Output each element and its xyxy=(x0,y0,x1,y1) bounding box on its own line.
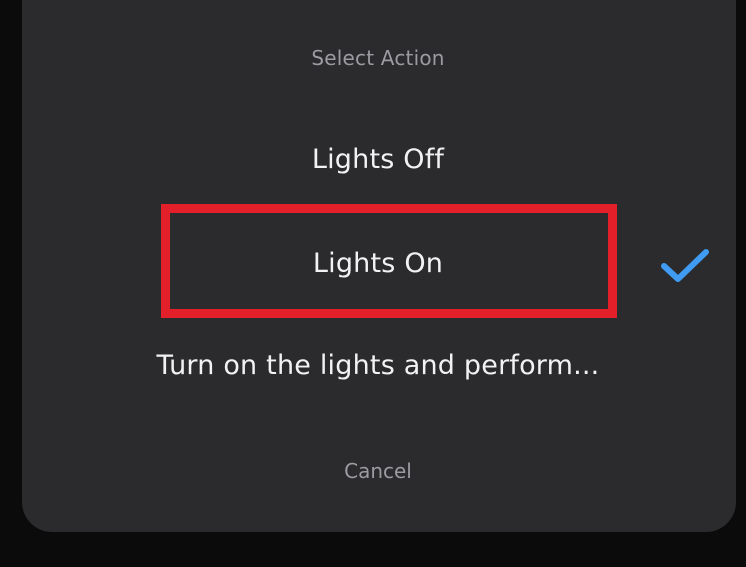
cancel-button[interactable]: Cancel xyxy=(0,459,746,483)
action-sheet-screen: Select Action Lights Off Lights On Turn … xyxy=(0,0,746,567)
option-lights-off[interactable]: Lights Off xyxy=(0,144,746,175)
sheet-title: Select Action xyxy=(311,46,445,70)
checkmark-icon xyxy=(661,249,709,282)
option-turn-on-and-perform[interactable]: Turn on the lights and perform... xyxy=(0,350,746,381)
option-lights-on[interactable]: Lights On xyxy=(0,248,746,279)
